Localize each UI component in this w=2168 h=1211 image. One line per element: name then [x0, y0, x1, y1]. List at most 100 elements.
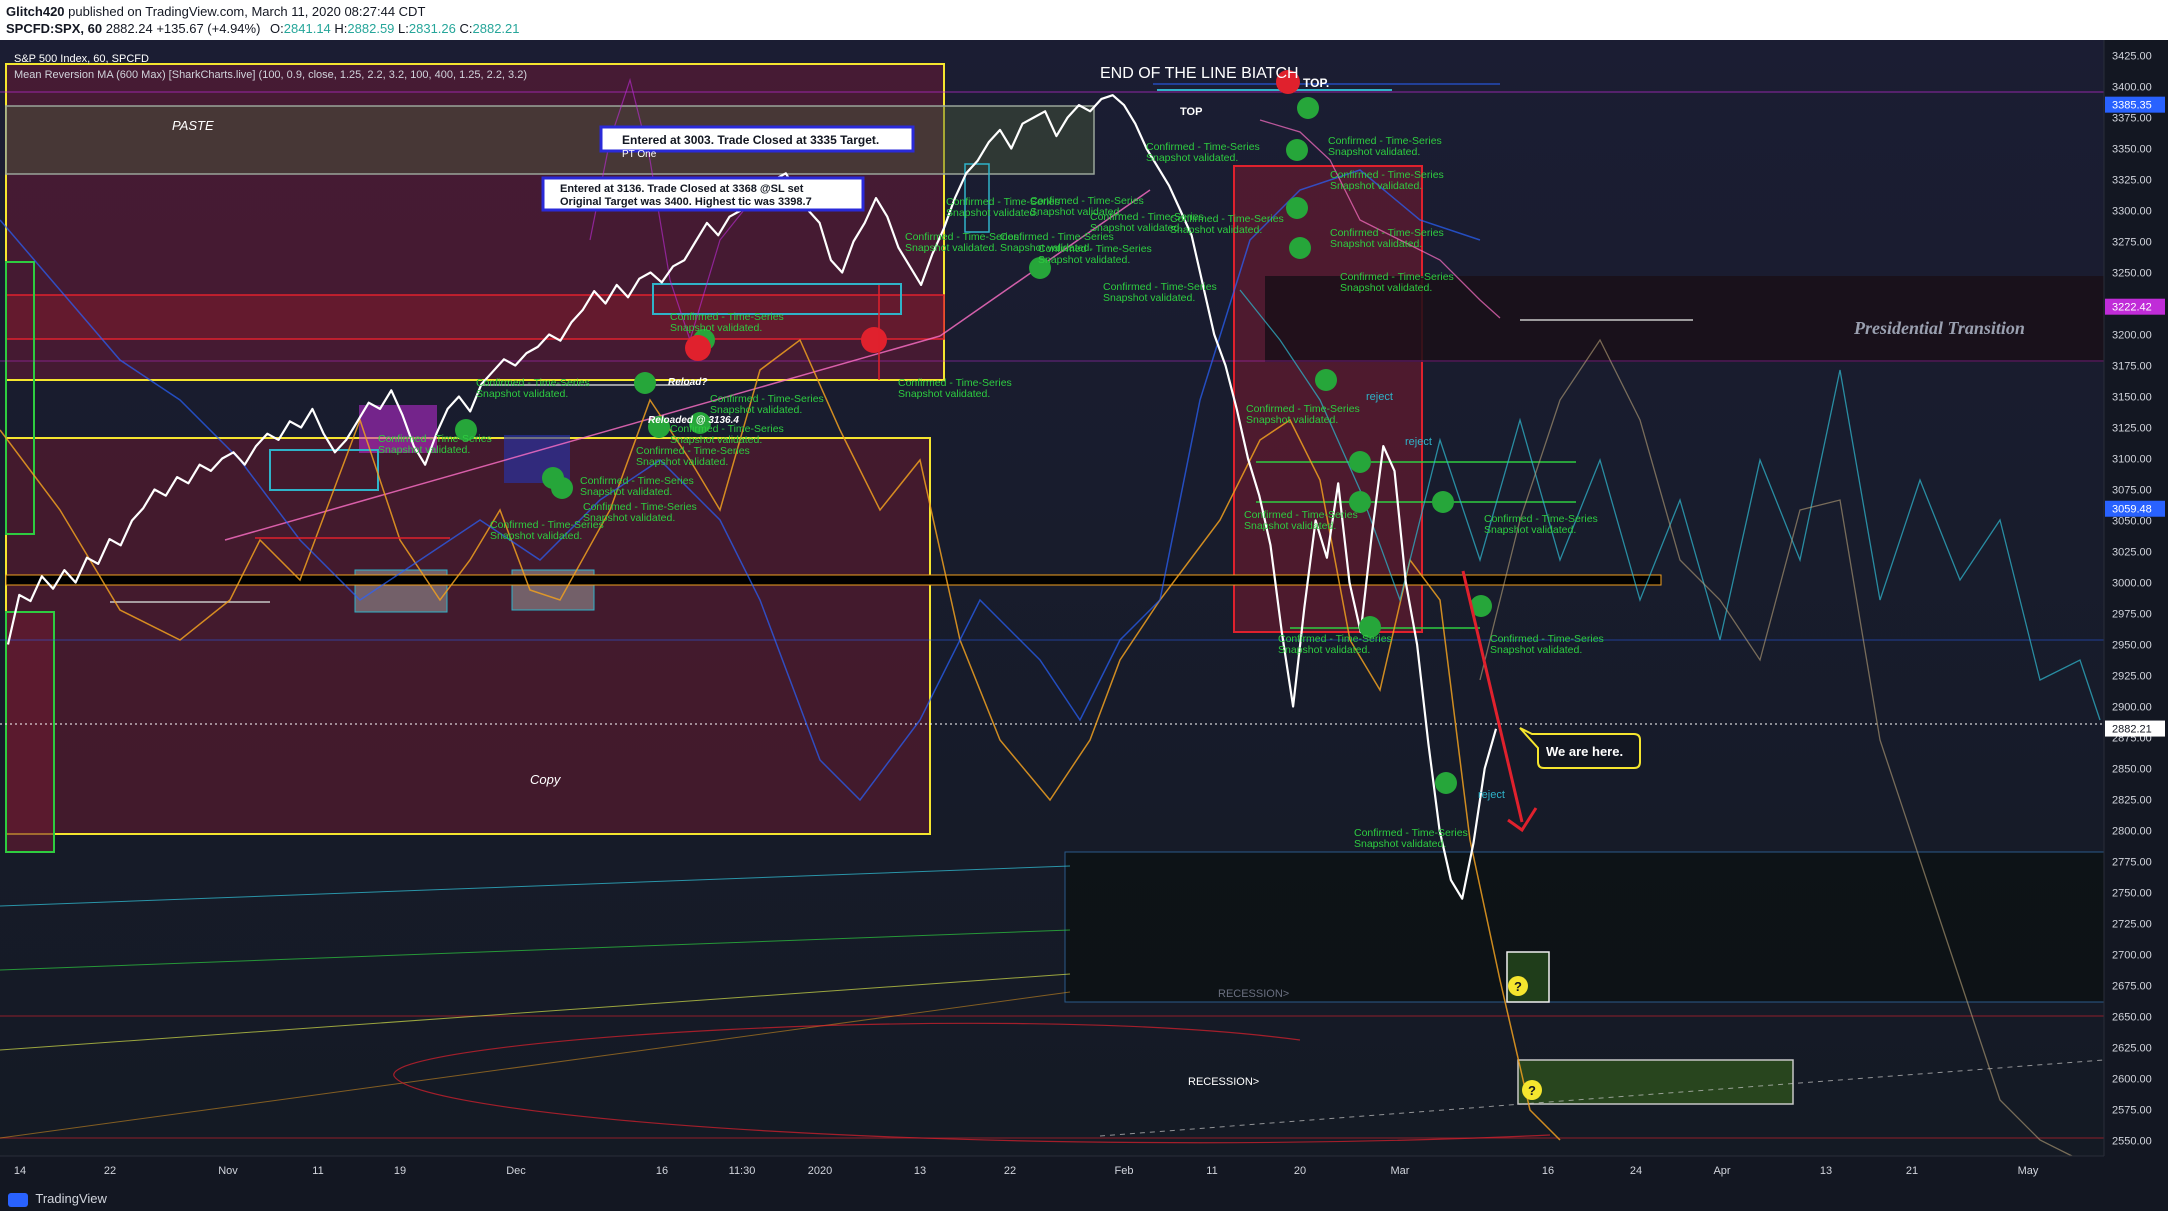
x-tick-label: 11:30 — [729, 1165, 756, 1177]
y-tick-label: 2975.00 — [2112, 609, 2152, 621]
y-tick-label: 3175.00 — [2112, 361, 2152, 373]
chart-canvas[interactable]: END OF THE LINE BIATCH TOP. TOP Presiden… — [0, 40, 2168, 1187]
high-label: H: — [334, 21, 348, 36]
y-tick-label: 2575.00 — [2112, 1105, 2152, 1117]
tradingview-logo-icon — [8, 1192, 28, 1207]
reload-question-label: Reload? — [668, 377, 707, 388]
x-tick-label: 20 — [1294, 1165, 1306, 1177]
y-tick-label: 3300.00 — [2112, 206, 2152, 218]
top-label: TOP. — [1303, 76, 1329, 90]
low-label: L: — [398, 21, 409, 36]
question-mark-2: ? — [1528, 1083, 1536, 1098]
checkmark-icon — [1349, 451, 1371, 473]
y-tick-label: 3275.00 — [2112, 237, 2152, 249]
x-tick-label: 13 — [914, 1165, 926, 1177]
x-tick-label: Feb — [1115, 1165, 1134, 1177]
question-mark-1: ? — [1514, 979, 1522, 994]
tradingview-logo[interactable]: TradingView — [8, 1191, 107, 1207]
tradingview-brand: TradingView — [35, 1191, 107, 1206]
x-tick-label: 22 — [1004, 1165, 1016, 1177]
checkmark-icon — [551, 477, 573, 499]
y-tick-label: 2625.00 — [2112, 1043, 2152, 1055]
reject-label-2: reject — [1405, 436, 1432, 448]
y-tick-label: 2775.00 — [2112, 857, 2152, 869]
checkmark-icon — [1297, 97, 1319, 119]
y-tick-label: 2675.00 — [2112, 981, 2152, 993]
x-tick-label: 11 — [1206, 1165, 1217, 1177]
top-label-2: TOP — [1180, 106, 1202, 118]
y-tick-label: 3400.00 — [2112, 82, 2152, 94]
price-badge-label: 2882.21 — [2112, 724, 2152, 736]
open-label: O: — [270, 21, 284, 36]
checkmark-icon — [1432, 491, 1454, 513]
time-axis[interactable] — [0, 1156, 2168, 1187]
paste-label: PASTE — [172, 118, 214, 133]
copy-zone — [5, 437, 931, 835]
y-tick-label: 3025.00 — [2112, 547, 2152, 559]
x-tick-label: 2020 — [808, 1165, 832, 1177]
left-green-box-bottom — [5, 611, 55, 853]
x-tick-label: 14 — [14, 1165, 26, 1177]
author-name[interactable]: Glitch420 — [6, 4, 65, 19]
x-tick-label: Nov — [218, 1165, 238, 1177]
y-tick-label: 2600.00 — [2112, 1074, 2152, 1086]
y-tick-label: 2700.00 — [2112, 950, 2152, 962]
y-tick-label: 3325.00 — [2112, 175, 2152, 187]
x-tick-label: 13 — [1820, 1165, 1832, 1177]
we-are-here-label: We are here. — [1546, 744, 1623, 759]
legend-indicator: Mean Reversion MA (600 Max) [SharkCharts… — [14, 69, 527, 81]
question-box-2 — [1517, 1059, 1794, 1105]
checkmark-icon — [1315, 369, 1337, 391]
end-of-line-title: END OF THE LINE BIATCH — [1100, 65, 1299, 82]
x-tick-label: 24 — [1630, 1165, 1642, 1177]
y-tick-label: 3100.00 — [2112, 454, 2152, 466]
y-tick-label: 3375.00 — [2112, 113, 2152, 125]
x-tick-label: 21 — [1906, 1165, 1918, 1177]
y-tick-label: 2750.00 — [2112, 888, 2152, 900]
x-tick-label: 19 — [394, 1165, 406, 1177]
black-support-band — [5, 574, 1662, 586]
y-tick-label: 3000.00 — [2112, 578, 2152, 590]
close-label: C: — [459, 21, 473, 36]
open-value: 2841.14 — [283, 21, 331, 36]
close-value: 2882.21 — [472, 21, 520, 36]
checkmark-icon — [1286, 197, 1308, 219]
y-tick-label: 2925.00 — [2112, 671, 2152, 683]
x-tick-label: Dec — [506, 1165, 526, 1177]
reject-label-3: reject — [1478, 789, 1505, 801]
x-tick-label: May — [2018, 1165, 2039, 1177]
gray-band-zone — [5, 105, 1095, 175]
y-tick-label: 2650.00 — [2112, 1012, 2152, 1024]
recession-label-1: RECESSION> — [1218, 988, 1289, 1000]
y-tick-label: 2950.00 — [2112, 640, 2152, 652]
y-tick-label: 2800.00 — [2112, 826, 2152, 838]
price-badge-label: 3222.42 — [2112, 302, 2152, 314]
publish-text: published on TradingView.com, March 11, … — [68, 4, 426, 19]
checkmark-icon — [1289, 237, 1311, 259]
y-tick-label: 3200.00 — [2112, 330, 2152, 342]
x-tick-label: 11 — [312, 1165, 323, 1177]
x-tick-label: 22 — [104, 1165, 116, 1177]
y-tick-label: 3075.00 — [2112, 485, 2152, 497]
trade-text-1: Entered at 3003. Trade Closed at 3335 Ta… — [622, 133, 879, 147]
symbol-info: SPCFD:SPX, 60 2882.24 +135.67 (+4.94%) O… — [6, 21, 520, 36]
x-tick-label: Mar — [1391, 1165, 1410, 1177]
y-tick-label: 3125.00 — [2112, 423, 2152, 435]
red-stop-icon — [861, 327, 887, 353]
y-tick-label: 2725.00 — [2112, 919, 2152, 931]
trade-text-1b: PT One — [622, 149, 657, 160]
checkmark-icon — [1435, 772, 1457, 794]
y-tick-label: 3050.00 — [2112, 516, 2152, 528]
trade-text-2b: Original Target was 3400. Highest tic wa… — [560, 196, 812, 208]
x-tick-label: 16 — [656, 1165, 668, 1177]
recession-label-2: RECESSION> — [1188, 1076, 1259, 1088]
chart-area[interactable]: END OF THE LINE BIATCH TOP. TOP Presiden… — [0, 40, 2168, 1187]
price-change: +135.67 (+4.94%) — [156, 21, 261, 36]
y-tick-label: 3150.00 — [2112, 392, 2152, 404]
low-value: 2831.26 — [408, 21, 456, 36]
x-tick-label: Apr — [1713, 1165, 1730, 1177]
y-tick-label: 3425.00 — [2112, 51, 2152, 63]
publish-header: Glitch420 published on TradingView.com, … — [0, 0, 2168, 40]
presidential-transition-label: Presidential Transition — [1853, 318, 2025, 338]
x-tick-label: 16 — [1542, 1165, 1554, 1177]
